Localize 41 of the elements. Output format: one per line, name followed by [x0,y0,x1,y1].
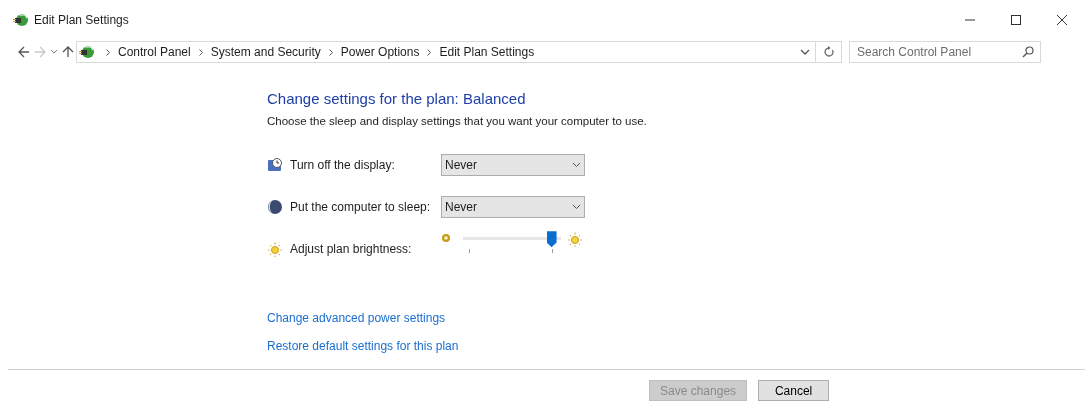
power-plan-icon [79,44,95,60]
page-heading: Change settings for the plan: Balanced [267,89,527,109]
setting-label: Put the computer to sleep: [290,199,432,217]
chevron-down-icon [50,49,58,55]
chevron-right-icon [328,48,333,56]
breadcrumb-item[interactable]: Power Options [340,43,420,61]
monitor-clock-icon [267,157,283,174]
moon-icon [267,199,283,216]
refresh-icon [822,46,835,58]
breadcrumb-item[interactable]: Edit Plan Settings [439,43,535,61]
address-dropdown-icon[interactable] [800,49,810,55]
search-icon[interactable] [1022,46,1034,58]
link[interactable]: Restore default settings for this plan [267,339,459,355]
chevron-right-icon [198,48,203,56]
chevron-down-icon [572,204,581,211]
up-arrow-icon [62,46,74,58]
sun-icon [267,241,283,258]
dim-brightness-icon [441,233,451,244]
search-field[interactable]: Search Control Panel [849,41,1041,63]
breadcrumb-item[interactable]: Control Panel [118,43,191,61]
dialog-button[interactable]: Cancel [758,380,830,402]
dropdown[interactable]: Never [441,196,585,219]
right-arrow-icon [34,46,46,58]
close-icon [1057,15,1067,25]
left-arrow-icon [18,46,30,58]
dropdown[interactable]: Never [441,154,585,177]
breadcrumb-item[interactable]: System and Security [210,43,321,61]
slider-thumb[interactable] [546,231,557,248]
power-plan-icon [13,12,29,28]
address-bar[interactable]: Control Panel System and Security Power Options Edit Plan Settings [76,41,842,63]
window-title: Edit Plan Settings [34,12,129,29]
chevron-down-icon [572,162,581,169]
chevron-right-icon [427,48,432,56]
brightness-slider[interactable] [463,231,561,256]
maximize-icon [1011,15,1021,25]
setting-label: Turn off the display: [290,157,396,175]
bright-brightness-icon [567,231,583,248]
setting-label: Adjust plan brightness: [290,241,413,259]
page-description: Choose the sleep and display settings that you want your computer to use. [267,114,648,129]
chevron-right-icon [106,48,110,56]
link[interactable]: Change advanced power settings [267,311,446,327]
